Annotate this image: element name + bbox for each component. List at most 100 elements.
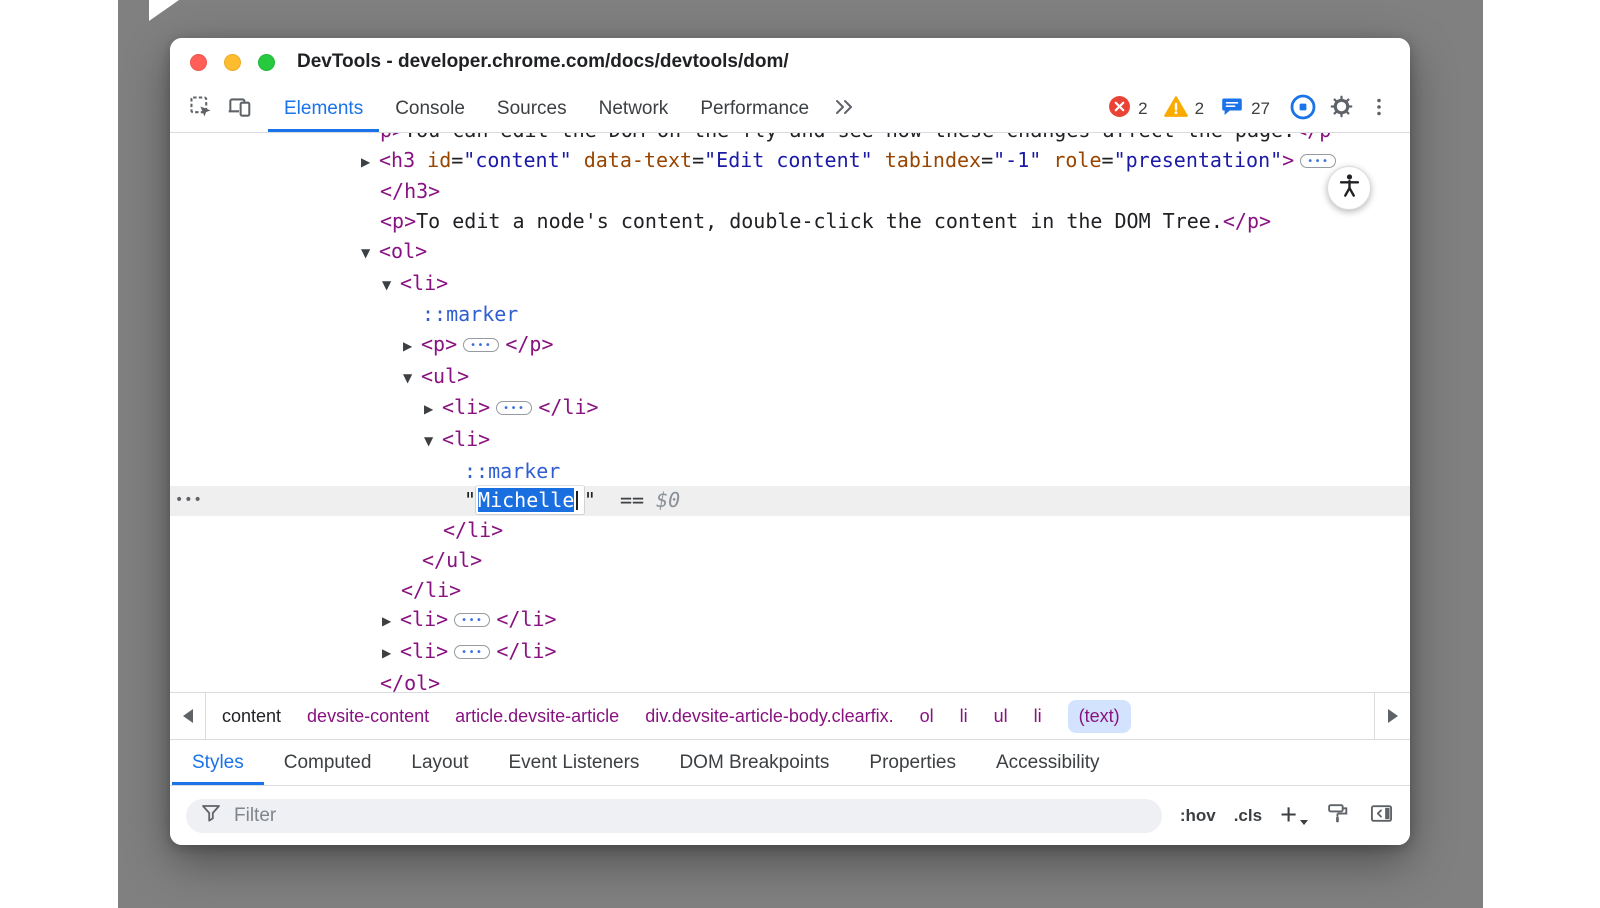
sidebar-tab-layout[interactable]: Layout bbox=[391, 740, 488, 785]
new-style-rule-button[interactable]: + bbox=[1280, 801, 1308, 830]
warning-count-badge[interactable]: 2 bbox=[1164, 95, 1204, 124]
settings-button[interactable] bbox=[1322, 89, 1360, 129]
code-token: <ol> bbox=[379, 239, 427, 263]
dom-tree: p>You can edit the DOM on the fly and se… bbox=[170, 133, 1410, 692]
code-token: tabindex bbox=[873, 148, 981, 172]
disclosure-triangle-icon[interactable]: ▼ bbox=[382, 271, 400, 301]
text-caret-icon bbox=[576, 491, 578, 510]
code-token: = bbox=[692, 148, 704, 172]
sidebar-tab-event-listeners[interactable]: Event Listeners bbox=[488, 740, 659, 785]
rendering-emulations-button[interactable] bbox=[1326, 801, 1351, 831]
zoom-window-button[interactable] bbox=[258, 54, 275, 71]
sidebar-tab-dom-breakpoints[interactable]: DOM Breakpoints bbox=[659, 740, 849, 785]
dom-tree-row[interactable]: </ul> bbox=[170, 546, 1410, 576]
sidebar-tab-styles[interactable]: Styles bbox=[172, 740, 264, 785]
disclosure-triangle-icon[interactable]: ▶ bbox=[382, 639, 400, 669]
code-token: " bbox=[584, 488, 620, 512]
tab-network[interactable]: Network bbox=[583, 86, 685, 132]
code-token: </p bbox=[1295, 133, 1331, 142]
tab-sources[interactable]: Sources bbox=[481, 86, 583, 132]
expand-children-button[interactable]: ••• bbox=[496, 401, 532, 415]
sidebar-tabs: StylesComputedLayoutEvent ListenersDOM B… bbox=[170, 740, 1410, 786]
styles-filter-bar: :hov .cls + bbox=[170, 786, 1410, 845]
breadcrumb: content devsite-content article.devsite-ar… bbox=[206, 693, 1374, 739]
code-token: = bbox=[1102, 148, 1114, 172]
sidebar-tab-computed[interactable]: Computed bbox=[264, 740, 392, 785]
breadcrumb-item[interactable]: ol bbox=[920, 706, 934, 727]
dom-tree-row[interactable]: ▶<li>•••</li> bbox=[170, 637, 1410, 669]
breadcrumb-item[interactable]: ul bbox=[994, 706, 1008, 727]
close-window-button[interactable] bbox=[190, 54, 207, 71]
issues-count-badge[interactable]: 27 bbox=[1220, 95, 1270, 124]
dom-tree-row[interactable]: p>You can edit the DOM on the fly and se… bbox=[170, 133, 1410, 146]
code-token: </li> bbox=[443, 518, 503, 542]
code-token: To edit a node's content, double-click t… bbox=[416, 209, 1223, 233]
dom-tree-row-selected[interactable]: •••"Michelle" == $0 bbox=[170, 486, 1410, 516]
disclosure-triangle-icon[interactable]: ▶ bbox=[403, 332, 421, 362]
screencast-button[interactable] bbox=[1284, 89, 1322, 129]
styles-filter-input[interactable] bbox=[232, 804, 1148, 828]
sidebar-tab-properties[interactable]: Properties bbox=[849, 740, 976, 785]
row-overflow-menu-icon[interactable]: ••• bbox=[175, 486, 203, 516]
gear-icon bbox=[1329, 94, 1354, 124]
disclosure-triangle-icon[interactable]: ▼ bbox=[403, 364, 421, 394]
more-tabs-button[interactable] bbox=[825, 89, 863, 129]
disclosure-triangle-icon[interactable]: ▼ bbox=[361, 239, 379, 269]
sidebar-tab-accessibility[interactable]: Accessibility bbox=[976, 740, 1119, 785]
breadcrumb-item[interactable]: devsite-content bbox=[307, 706, 429, 727]
dom-tree-row[interactable]: ▼<ol> bbox=[170, 237, 1410, 269]
error-count-badge[interactable]: 2 bbox=[1108, 95, 1147, 123]
breadcrumb-item[interactable]: li bbox=[1034, 706, 1042, 727]
tab-elements[interactable]: Elements bbox=[268, 86, 379, 132]
expand-children-button[interactable]: ••• bbox=[454, 645, 490, 659]
selected-text: Michelle bbox=[478, 488, 574, 512]
dom-tree-row[interactable]: ▶<h3 id="content" data-text="Edit conten… bbox=[170, 146, 1410, 178]
dom-tree-row[interactable]: <p>To edit a node's content, double-clic… bbox=[170, 207, 1410, 237]
screencast-icon bbox=[1289, 93, 1317, 126]
computed-sidebar-toggle-button[interactable] bbox=[1369, 801, 1394, 831]
window-title: DevTools - developer.chrome.com/docs/dev… bbox=[297, 51, 789, 73]
dom-tree-row[interactable]: ▶<li>•••</li> bbox=[170, 605, 1410, 637]
device-toolbar-button[interactable] bbox=[220, 89, 258, 129]
dom-tree-row[interactable]: </li> bbox=[170, 576, 1410, 606]
inspect-element-button[interactable] bbox=[182, 89, 220, 129]
code-token: p> bbox=[380, 133, 404, 142]
dom-tree-row[interactable]: </ol> bbox=[170, 669, 1410, 692]
disclosure-triangle-icon[interactable]: ▶ bbox=[361, 148, 379, 178]
expand-children-button[interactable]: ••• bbox=[454, 613, 490, 627]
expand-children-button[interactable]: ••• bbox=[463, 338, 499, 352]
code-token: </li> bbox=[496, 607, 556, 631]
kebab-menu-button[interactable] bbox=[1360, 89, 1398, 129]
breadcrumb-next-button[interactable] bbox=[1374, 693, 1410, 739]
breadcrumb-item[interactable]: div.devsite-article-body.clearfix. bbox=[645, 706, 893, 727]
dom-tree-row[interactable]: </h3> bbox=[170, 177, 1410, 207]
filter-field[interactable] bbox=[186, 799, 1162, 833]
tab-performance[interactable]: Performance bbox=[684, 86, 825, 132]
breadcrumb-prev-button[interactable] bbox=[170, 693, 206, 739]
disclosure-triangle-icon[interactable]: ▶ bbox=[382, 607, 400, 637]
code-token: " bbox=[464, 488, 476, 512]
dom-tree-row[interactable]: ▼<li> bbox=[170, 269, 1410, 301]
disclosure-triangle-icon[interactable]: ▶ bbox=[424, 395, 442, 425]
message-bubble-icon bbox=[1220, 95, 1244, 124]
tab-console[interactable]: Console bbox=[379, 86, 481, 132]
breadcrumb-item[interactable]: content bbox=[222, 706, 281, 727]
dom-tree-row[interactable]: ::marker bbox=[170, 457, 1410, 487]
dom-tree-row[interactable]: ▶<li>•••</li> bbox=[170, 393, 1410, 425]
breadcrumb-item[interactable]: li bbox=[960, 706, 968, 727]
dom-tree-row[interactable]: </li> bbox=[170, 516, 1410, 546]
minimize-window-button[interactable] bbox=[224, 54, 241, 71]
dom-tree-row[interactable]: ▼<li> bbox=[170, 425, 1410, 457]
accessibility-person-icon bbox=[1336, 172, 1363, 204]
dom-tree-row[interactable]: ▼<ul> bbox=[170, 362, 1410, 394]
expand-children-button[interactable]: ••• bbox=[1300, 154, 1336, 168]
accessibility-overlay-button[interactable] bbox=[1327, 166, 1371, 210]
toggle-element-state-button[interactable]: :hov bbox=[1180, 806, 1216, 826]
inline-edit-box[interactable]: Michelle bbox=[476, 486, 584, 514]
breadcrumb-item[interactable]: (text) bbox=[1068, 700, 1131, 733]
element-classes-button[interactable]: .cls bbox=[1234, 806, 1262, 826]
disclosure-triangle-icon[interactable]: ▼ bbox=[424, 427, 442, 457]
dom-tree-row[interactable]: ▶<p>•••</p> bbox=[170, 330, 1410, 362]
breadcrumb-item[interactable]: article.devsite-article bbox=[455, 706, 619, 727]
dom-tree-row[interactable]: ::marker bbox=[170, 300, 1410, 330]
